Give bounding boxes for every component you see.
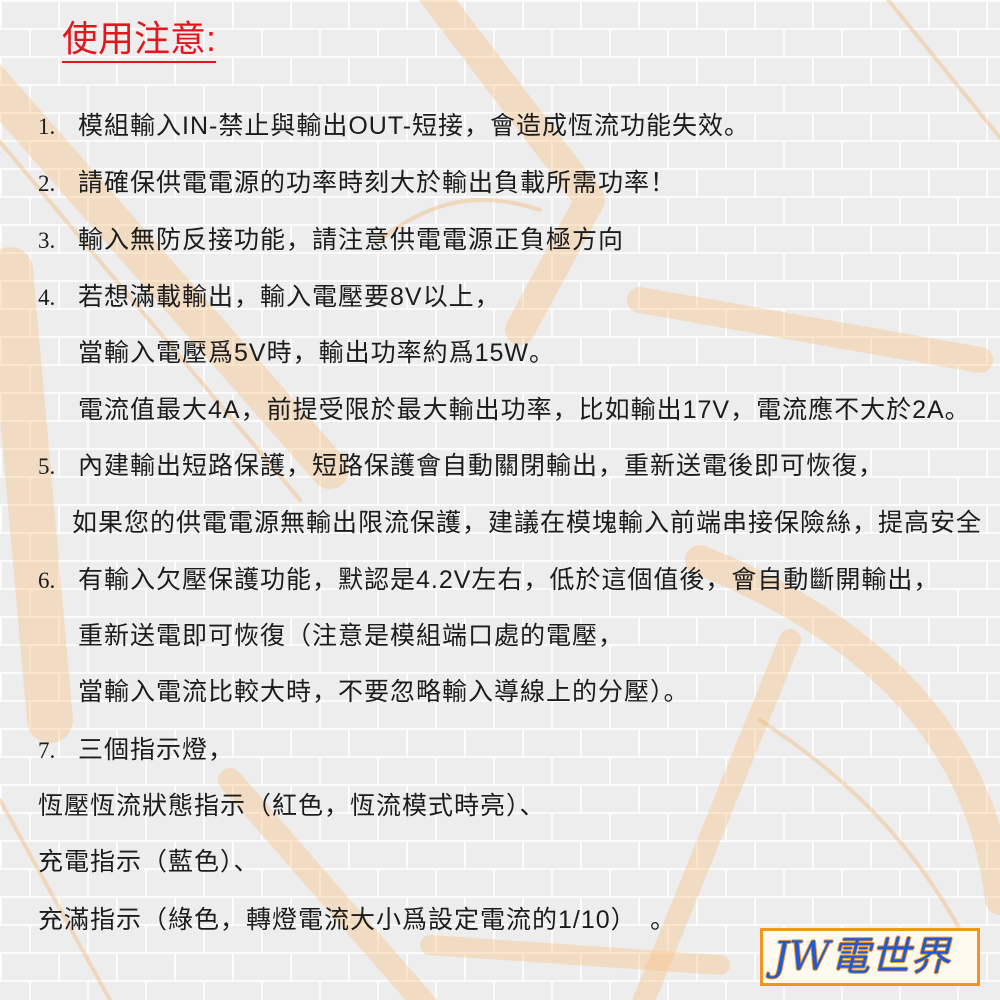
note-3: 3. 輸入無防反接功能，請注意供電電源正負極方向 bbox=[38, 224, 1000, 256]
note-5-continuation: 如果您的供電電源無輸出限流保護，建議在模塊輸入前端串接保險絲，提高安全 bbox=[72, 509, 983, 537]
note-number: 3. bbox=[38, 228, 56, 253]
note-6: 6. 有輸入欠壓保護功能，默認是4.2V左右，低於這個值後，會自動斷開輸出， bbox=[38, 564, 1000, 596]
note-text: 模組輸入IN-禁止與輸出OUT-短接，會造成恆流功能失效。 bbox=[78, 112, 751, 140]
note-2: 2. 請確保供電電源的功率時刻大於輸出負載所需功率！ bbox=[38, 167, 1000, 199]
note-number: 7. bbox=[38, 738, 56, 763]
note-4-continuation: 當輸入電壓爲5V時，輸出功率約爲15W。 bbox=[78, 339, 555, 367]
note-1: 1. 模組輸入IN-禁止與輸出OUT-短接，會造成恆流功能失效。 bbox=[38, 110, 1000, 142]
note-7-continuation: 充滿指示（綠色，轉燈電流大小爲設定電流的1/10） 。 bbox=[38, 906, 677, 934]
note-number: 1. bbox=[38, 114, 56, 139]
usage-notes-image: 使用注意: 1. 模組輸入IN-禁止與輸出OUT-短接，會造成恆流功能失效。 2.… bbox=[0, 0, 1000, 1000]
brand-logo: JW電世界 bbox=[760, 928, 980, 986]
note-text: 三個指示燈， bbox=[78, 736, 235, 764]
page-title: 使用注意: bbox=[62, 18, 217, 63]
watermark-stroke bbox=[0, 247, 73, 743]
note-6-continuation: 當輸入電流比較大時，不要忽略輸入導線上的分壓）。 bbox=[78, 678, 690, 706]
note-text: 內建輸出短路保護，短路保護會自動關閉輸出，重新送電後即可恢復， bbox=[78, 452, 885, 480]
note-number: 5. bbox=[38, 454, 56, 479]
note-7: 7. 三個指示燈， bbox=[38, 734, 1000, 766]
note-7-continuation: 充電指示（藍色）、 bbox=[38, 848, 260, 876]
note-text: 請確保供電電源的功率時刻大於輸出負載所需功率！ bbox=[78, 169, 677, 197]
note-text: 有輸入欠壓保護功能，默認是4.2V左右，低於這個值後，會自動斷開輸出， bbox=[78, 566, 940, 594]
note-4-continuation: 電流值最大4A，前提受限於最大輸出功率，比如輸出17V，電流應不大於2A。 bbox=[78, 396, 971, 424]
brand-logo-text: JW電世界 bbox=[773, 934, 951, 980]
note-7-continuation: 恆壓恆流狀態指示（紅色，恆流模式時亮）、 bbox=[38, 792, 546, 820]
note-text: 輸入無防反接功能，請注意供電電源正負極方向 bbox=[78, 226, 625, 254]
watermark-stroke bbox=[0, 798, 112, 1000]
note-number: 4. bbox=[38, 285, 56, 310]
note-text: 若想滿載輸出，輸入電壓要8V以上， bbox=[78, 283, 501, 311]
note-5: 5. 內建輸出短路保護，短路保護會自動關閉輸出，重新送電後即可恢復， bbox=[38, 450, 1000, 482]
note-6-continuation: 重新送電即可恢復（注意是模組端口處的電壓， bbox=[78, 622, 625, 650]
note-number: 6. bbox=[38, 568, 56, 593]
note-4: 4. 若想滿載輸出，輸入電壓要8V以上， bbox=[38, 281, 1000, 313]
note-number: 2. bbox=[38, 171, 56, 196]
